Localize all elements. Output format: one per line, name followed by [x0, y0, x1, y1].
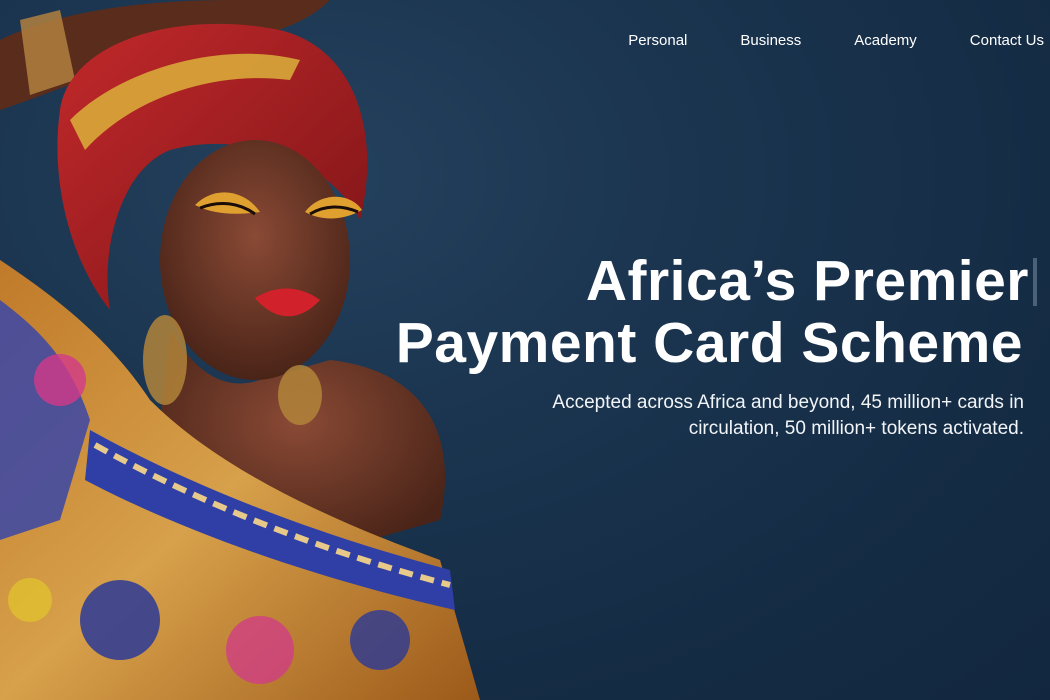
headline-line-1: Africa’s Premier [396, 250, 1037, 312]
nav-link-personal[interactable]: Personal [628, 30, 687, 51]
hero-section: Personal Business Academy Contact Us Afr… [0, 0, 1050, 700]
headline-line-1-text: Africa’s Premier [585, 249, 1029, 313]
hero-headline: Africa’s Premier Payment Card Scheme [395, 250, 1037, 375]
typing-cursor [1033, 258, 1037, 306]
nav-link-academy[interactable]: Academy [854, 30, 917, 51]
headline-line-2: Payment Card Scheme [395, 311, 1023, 375]
nav-link-contact-us[interactable]: Contact Us [970, 30, 1044, 51]
nav-link-business[interactable]: Business [740, 30, 801, 51]
hero-subtitle: Accepted across Africa and beyond, 45 mi… [552, 392, 1024, 439]
top-navigation: Personal Business Academy Contact Us [575, 30, 1044, 51]
